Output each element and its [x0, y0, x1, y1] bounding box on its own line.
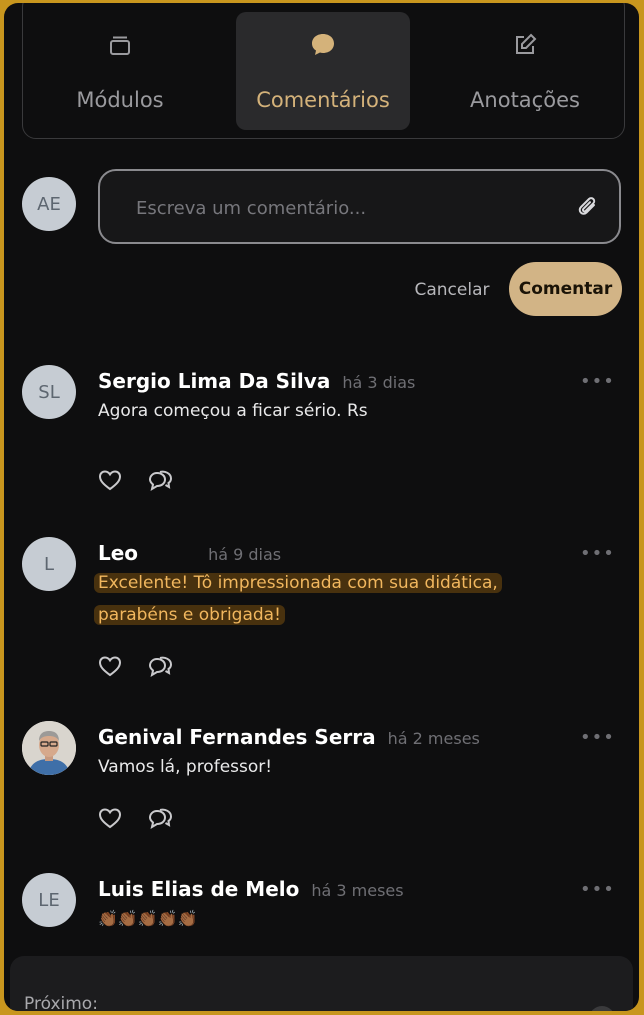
reply-bubbles-icon[interactable]	[148, 469, 174, 497]
tab-label: Anotações	[470, 88, 580, 112]
avatar: AE	[22, 177, 76, 231]
chat-bubble-icon	[309, 30, 337, 60]
comment-text: Agora começou a ficar sério. Rs	[98, 401, 368, 421]
tab-bar: Módulos Comentários Anotações	[22, 3, 625, 139]
comment-time: há 3 meses	[311, 881, 404, 900]
comment-input-box[interactable]	[98, 169, 621, 244]
comment-actions	[98, 807, 174, 835]
comment-header: Luis Elias de Melo há 3 meses	[98, 877, 404, 901]
highlighted-text-line: Excelente! Tô impressionada com sua didá…	[94, 573, 502, 593]
profile-photo	[22, 721, 76, 775]
submit-comment-button[interactable]: Comentar	[509, 262, 622, 316]
tab-label: Módulos	[76, 88, 164, 112]
redacted-surname	[138, 543, 197, 566]
next-thumbnail	[589, 1006, 615, 1011]
avatar: LE	[22, 873, 76, 927]
comment-time: há 3 dias	[342, 373, 416, 392]
tab-modulos[interactable]: Módulos	[33, 12, 207, 130]
like-heart-icon[interactable]	[98, 469, 122, 497]
paperclip-icon[interactable]	[577, 195, 599, 223]
comment-time: há 9 dias	[208, 545, 282, 564]
comment-actions	[98, 655, 174, 683]
next-label: Próximo:	[24, 994, 98, 1011]
more-options-icon[interactable]: •••	[580, 371, 615, 392]
edit-note-icon	[512, 30, 538, 60]
comment-author: Sergio Lima Da Silva	[98, 369, 331, 393]
tab-label: Comentários	[256, 88, 390, 112]
comments-panel: Módulos Comentários Anotações AE Escreva…	[4, 3, 639, 1011]
tab-comentarios[interactable]: Comentários	[236, 12, 410, 130]
comment-text: 👏🏾👏🏾👏🏾👏🏾👏🏾	[98, 909, 198, 928]
comment-author: Genival Fernandes Serra	[98, 725, 376, 749]
comment-input[interactable]	[134, 191, 558, 225]
avatar: L	[22, 537, 76, 591]
tab-anotacoes[interactable]: Anotações	[438, 12, 612, 130]
avatar	[22, 721, 76, 775]
reply-bubbles-icon[interactable]	[148, 807, 174, 835]
comment-text: Vamos lá, professor!	[98, 757, 273, 777]
highlighted-text-line: parabéns e obrigada!	[94, 605, 285, 625]
more-options-icon[interactable]: •••	[580, 727, 615, 748]
cancel-button[interactable]: Cancelar	[404, 273, 500, 307]
comment-header: Sergio Lima Da Silva há 3 dias	[98, 369, 415, 393]
comment-text: Excelente! Tô impressionada com sua didá…	[94, 567, 502, 631]
comment-author: Leo	[98, 541, 139, 565]
comment-header: Genival Fernandes Serra há 2 meses	[98, 725, 480, 749]
next-lesson-bar[interactable]: Próximo:	[10, 956, 633, 1011]
more-options-icon[interactable]: •••	[580, 543, 615, 564]
like-heart-icon[interactable]	[98, 655, 122, 683]
reply-bubbles-icon[interactable]	[148, 655, 174, 683]
like-heart-icon[interactable]	[98, 807, 122, 835]
avatar: SL	[22, 365, 76, 419]
comment-header: Leo há 9 dias	[98, 541, 281, 566]
comment-actions	[98, 469, 174, 497]
comment-time: há 2 meses	[387, 729, 480, 748]
stack-icon	[107, 30, 133, 60]
comment-author: Luis Elias de Melo	[98, 877, 300, 901]
more-options-icon[interactable]: •••	[580, 879, 615, 900]
